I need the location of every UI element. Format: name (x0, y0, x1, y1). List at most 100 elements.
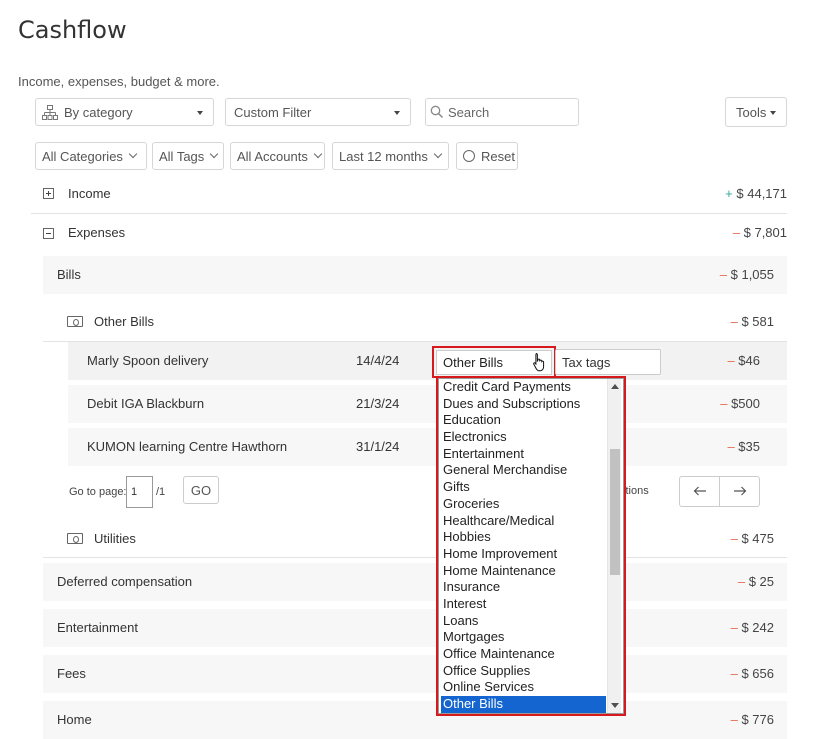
dropdown-option[interactable]: Loans (441, 613, 606, 630)
page-subtitle: Income, expenses, budget & more. (18, 74, 220, 89)
transaction-date: 14/4/24 (356, 353, 400, 368)
chevron-down-icon (433, 149, 443, 159)
hand-cursor-icon (532, 352, 548, 375)
scroll-up-icon[interactable] (611, 384, 619, 389)
transaction-date: 31/1/24 (356, 439, 400, 454)
dropdown-option[interactable]: General Merchandise (441, 462, 606, 479)
arrow-left-icon (693, 484, 707, 499)
expenses-label: Expenses (68, 225, 126, 240)
dropdown-option[interactable]: Home Improvement (441, 546, 606, 563)
dropdown-option[interactable]: Other Bills (441, 696, 606, 713)
caret-down-icon (394, 111, 400, 115)
search-placeholder: Search (448, 105, 490, 120)
dropdown-options: Credit Card Payments Dues and Subscriptio… (441, 379, 606, 713)
dropdown-option[interactable]: Office Supplies (441, 663, 606, 680)
category-dropdown-list[interactable]: Credit Card Payments Dues and Subscriptio… (438, 378, 624, 714)
page-input[interactable]: 1 (126, 476, 153, 508)
income-amount: + $ 44,171 (725, 186, 787, 201)
category-value: Other Bills (443, 355, 503, 370)
scroll-down-icon[interactable] (611, 703, 619, 708)
category-group-row[interactable]: Deferred compensation – $ 25 (43, 563, 787, 601)
filter-period[interactable]: Last 12 months (332, 142, 449, 170)
reset-label: Reset (481, 148, 515, 164)
expand-icon[interactable] (43, 188, 54, 199)
filter-accounts-label: All Accounts (237, 148, 308, 164)
caret-down-icon (197, 111, 203, 115)
dropdown-option[interactable]: Home Maintenance (441, 563, 606, 580)
category-group-amount: – $ 25 (737, 574, 774, 589)
other-bills-amount: – $ 581 (730, 314, 774, 329)
expenses-amount: – $ 7,801 (732, 225, 787, 240)
dropdown-option[interactable]: Office Maintenance (441, 646, 606, 663)
collapse-icon[interactable] (43, 228, 54, 239)
income-label: Income (68, 186, 111, 201)
filter-tags[interactable]: All Tags (152, 142, 224, 170)
custom-filter-select[interactable]: Custom Filter (225, 98, 411, 126)
chevron-down-icon (128, 149, 138, 159)
group-by-label: By category (64, 105, 133, 120)
category-group-row[interactable]: Home – $ 776 (43, 701, 787, 739)
category-group-label: Home (57, 712, 92, 727)
tags-input[interactable]: Tax tags (555, 349, 661, 375)
go-button[interactable]: GO (183, 476, 219, 504)
dropdown-option[interactable]: Credit Card Payments (441, 379, 606, 396)
dropdown-option[interactable]: Mortgages (441, 629, 606, 646)
other-bills-label: Other Bills (94, 314, 154, 329)
transaction-row[interactable]: KUMON learning Centre Hawthorn 31/1/24 –… (68, 428, 787, 466)
reset-button[interactable]: Reset (456, 142, 518, 170)
filter-tags-label: All Tags (159, 148, 205, 164)
income-row[interactable]: Income + $ 44,171 (31, 174, 787, 214)
transaction-amount: – $500 (720, 396, 760, 411)
transaction-row[interactable]: Marly Spoon delivery 14/4/24 – $46 (68, 342, 787, 380)
filter-categories[interactable]: All Categories (35, 142, 147, 170)
goto-page-label: Go to page: (69, 486, 127, 498)
other-bills-row[interactable]: Other Bills – $ 581 (43, 302, 787, 342)
tools-label: Tools (736, 105, 767, 120)
dropdown-option[interactable]: Insurance (441, 579, 606, 596)
transaction-row[interactable]: Debit IGA Blackburn 21/3/24 – $500 (68, 385, 787, 423)
group-by-select[interactable]: By category (35, 98, 214, 126)
tools-button[interactable]: Tools (725, 97, 787, 127)
expenses-row[interactable]: Expenses – $ 7,801 (31, 214, 787, 254)
dropdown-scrollbar[interactable] (607, 379, 621, 713)
transaction-amount: – $35 (727, 439, 760, 454)
category-group-label: Entertainment (57, 620, 138, 635)
dropdown-option[interactable]: Electronics (441, 429, 606, 446)
dropdown-option[interactable]: Entertainment (441, 446, 606, 463)
dropdown-option[interactable]: Online Services (441, 679, 606, 696)
utilities-row[interactable]: Utilities – $ 475 (43, 518, 787, 558)
category-group-row[interactable]: Fees – $ 656 (43, 655, 787, 693)
chevron-down-icon (313, 149, 323, 159)
bills-row[interactable]: Bills – $ 1,055 (43, 256, 787, 294)
dropdown-option[interactable]: Education (441, 412, 606, 429)
arrow-right-icon (733, 484, 747, 499)
dropdown-option[interactable]: Interest (441, 596, 606, 613)
money-icon (67, 316, 83, 327)
bills-amount: – $ 1,055 (719, 267, 774, 282)
next-page-button[interactable] (719, 476, 760, 507)
dropdown-option[interactable]: Dues and Subscriptions (441, 396, 606, 413)
caret-down-icon (770, 111, 776, 115)
prev-page-button[interactable] (679, 476, 720, 507)
page-total: /1 (156, 486, 166, 498)
category-group-label: Fees (57, 666, 86, 681)
scrollbar-thumb[interactable] (610, 449, 620, 575)
transaction-name: KUMON learning Centre Hawthorn (87, 439, 288, 454)
category-group-label: Deferred compensation (57, 574, 193, 589)
hierarchy-icon (42, 105, 58, 120)
dropdown-option[interactable]: Groceries (441, 496, 606, 513)
tags-placeholder: Tax tags (562, 354, 611, 370)
dropdown-option[interactable]: Healthcare/Medical (441, 513, 606, 530)
transaction-amount: – $46 (727, 353, 760, 368)
page-title: Cashflow (18, 16, 127, 44)
money-icon (67, 533, 83, 544)
dropdown-option[interactable]: Gifts (441, 479, 606, 496)
category-group-row[interactable]: Entertainment – $ 242 (43, 609, 787, 647)
transaction-date: 21/3/24 (356, 396, 400, 411)
dropdown-option[interactable]: Hobbies (441, 529, 606, 546)
custom-filter-label: Custom Filter (234, 105, 312, 120)
utilities-amount: – $ 475 (730, 531, 774, 546)
search-input[interactable]: Search (425, 98, 579, 126)
filter-accounts[interactable]: All Accounts (230, 142, 325, 170)
bills-label: Bills (57, 267, 81, 282)
